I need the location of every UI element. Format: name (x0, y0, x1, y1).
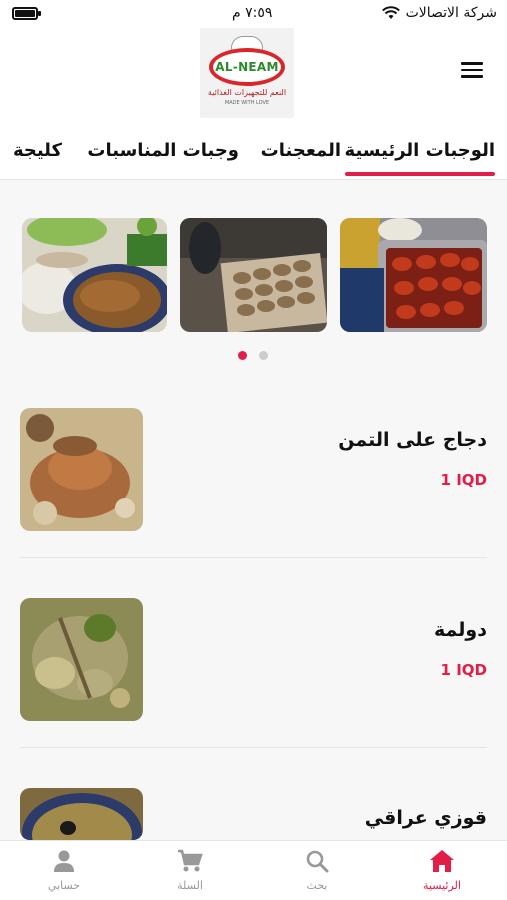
nav-cart-label: السلة (177, 879, 203, 892)
banner-image[interactable] (180, 218, 327, 332)
nav-search-label: بحث (306, 879, 328, 892)
tab-occasion-meals[interactable]: وجبات المناسبات (87, 140, 239, 161)
banner-image[interactable] (22, 218, 167, 332)
status-carrier: شركة الاتصالات (381, 5, 497, 21)
product-price: 1 IQD (440, 661, 487, 679)
bottom-nav: الرئيسية بحث السلة حسابي (0, 840, 507, 900)
tab-kleicha[interactable]: كليجة (13, 140, 62, 161)
app-header: AL-NEAM النعم للتجهيزات الغذائية MADE WI… (0, 28, 507, 130)
nav-home-label: الرئيسية (423, 879, 461, 892)
nav-account-label: حسابي (47, 879, 81, 892)
nav-home[interactable]: الرئيسية (392, 847, 492, 892)
banner-carousel[interactable] (22, 218, 487, 332)
category-tabs: الوجبات الرئيسية المعجنات وجبات المناسبا… (0, 130, 507, 180)
cart-icon (178, 849, 203, 872)
logo-subtitle: النعم للتجهيزات الغذائية (207, 88, 287, 97)
battery-icon (12, 7, 41, 20)
status-time: ٧:٥٩ م (232, 5, 273, 21)
carousel-pagination (238, 351, 268, 360)
carousel-dot[interactable] (259, 351, 268, 360)
product-image[interactable] (20, 788, 143, 840)
product-price: 1 IQD (440, 471, 487, 489)
logo-brand: AL-NEAM (215, 60, 279, 74)
product-name[interactable]: دولمة (434, 619, 487, 641)
banner-image[interactable] (340, 218, 487, 332)
nav-cart[interactable]: السلة (140, 847, 240, 892)
logo-tagline: MADE WITH LOVE (224, 100, 270, 106)
logo-ring: AL-NEAM (209, 48, 285, 86)
status-bar: ٧:٥٩ م شركة الاتصالات (0, 0, 507, 28)
home-icon (430, 850, 454, 872)
product-image[interactable] (20, 408, 143, 531)
nav-search[interactable]: بحث (267, 847, 367, 892)
product-name[interactable]: قوزي عراقي (365, 807, 487, 829)
product-image[interactable] (20, 598, 143, 721)
product-card[interactable]: دجاج على التمن 1 IQD (0, 408, 507, 558)
carousel-dot[interactable] (238, 351, 247, 360)
tab-pastries[interactable]: المعجنات (261, 140, 341, 161)
user-icon (54, 850, 74, 872)
list-divider (20, 747, 487, 748)
brand-logo[interactable]: AL-NEAM النعم للتجهيزات الغذائية MADE WI… (200, 28, 294, 118)
tab-main-meals[interactable]: الوجبات الرئيسية (344, 140, 496, 176)
wifi-icon (381, 6, 400, 19)
hamburger-icon[interactable] (461, 62, 483, 78)
product-name[interactable]: دجاج على التمن (338, 429, 487, 451)
carrier-label: شركة الاتصالات (405, 5, 497, 21)
nav-account[interactable]: حسابي (14, 847, 114, 892)
list-divider (20, 557, 487, 558)
product-card[interactable]: دولمة 1 IQD (0, 598, 507, 748)
search-icon (306, 850, 329, 873)
